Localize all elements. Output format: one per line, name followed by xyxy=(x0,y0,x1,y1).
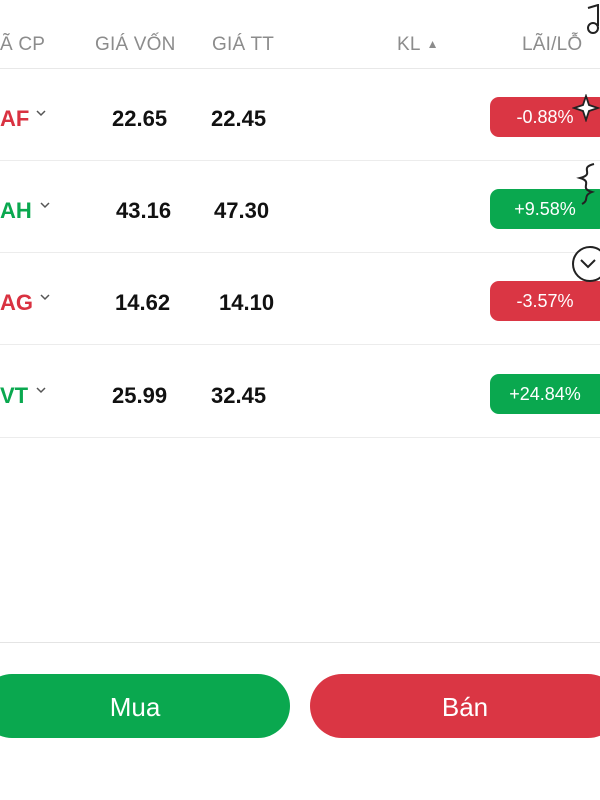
buy-button[interactable]: Mua xyxy=(0,674,290,738)
cost-price: 22.65 xyxy=(112,106,168,131)
chevron-down-icon[interactable] xyxy=(36,385,46,395)
sparkle-icon[interactable] xyxy=(572,94,600,122)
cost-price: 43.16 xyxy=(116,198,172,223)
profit-loss-value: +24.84% xyxy=(509,384,581,404)
market-price: 14.10 xyxy=(219,290,275,315)
sort-updown-icon[interactable]: ▲︎ xyxy=(427,37,439,51)
cost-price: 14.62 xyxy=(115,290,171,315)
table-row[interactable]: AF 22.65 22.45 -0.88% xyxy=(0,68,600,161)
profit-loss-badge: +24.84% xyxy=(490,374,600,414)
table-row[interactable]: AH 43.16 47.30 +9.58% xyxy=(0,160,600,253)
stock-symbol[interactable]: AG xyxy=(0,290,33,316)
cost-price: 25.99 xyxy=(112,383,168,408)
chevron-down-icon[interactable] xyxy=(36,108,46,118)
music-note-icon[interactable] xyxy=(578,4,600,38)
profit-loss-value: -3.57% xyxy=(516,291,574,311)
chevron-down-icon[interactable] xyxy=(40,292,50,302)
market-price: 32.45 xyxy=(211,383,267,408)
holdings-table-header: Ã CP GIÁ VỐN GIÁ TT KL ▲︎ LÃI/LỖ xyxy=(0,0,600,69)
column-header-market-price: GIÁ TT xyxy=(212,34,275,55)
profit-loss-badge: -3.57% xyxy=(490,281,600,321)
footer-divider xyxy=(0,642,600,643)
sell-button[interactable]: Bán xyxy=(310,674,600,738)
column-header-symbol: Ã CP xyxy=(0,34,46,55)
chevron-down-icon[interactable] xyxy=(40,200,50,210)
scribble-icon[interactable] xyxy=(568,160,600,206)
chevron-down-icon[interactable] xyxy=(568,244,600,284)
stock-symbol[interactable]: AF xyxy=(0,106,29,132)
stock-symbol[interactable]: VT xyxy=(0,383,28,409)
market-price: 47.30 xyxy=(214,198,270,223)
column-header-profit-loss: LÃI/LỖ xyxy=(522,34,583,55)
stock-symbol[interactable]: AH xyxy=(0,198,32,224)
market-price: 22.45 xyxy=(211,106,267,131)
table-row[interactable]: AG 14.62 14.10 -3.57% xyxy=(0,252,600,345)
table-row[interactable]: VT 25.99 32.45 +24.84% xyxy=(0,345,600,438)
column-header-volume-label: KL xyxy=(397,34,421,55)
column-header-volume[interactable]: KL ▲︎ xyxy=(397,34,439,56)
buy-button-label: Mua xyxy=(109,692,161,722)
column-header-cost-price: GIÁ VỐN xyxy=(95,34,176,55)
sell-button-label: Bán xyxy=(441,692,489,722)
